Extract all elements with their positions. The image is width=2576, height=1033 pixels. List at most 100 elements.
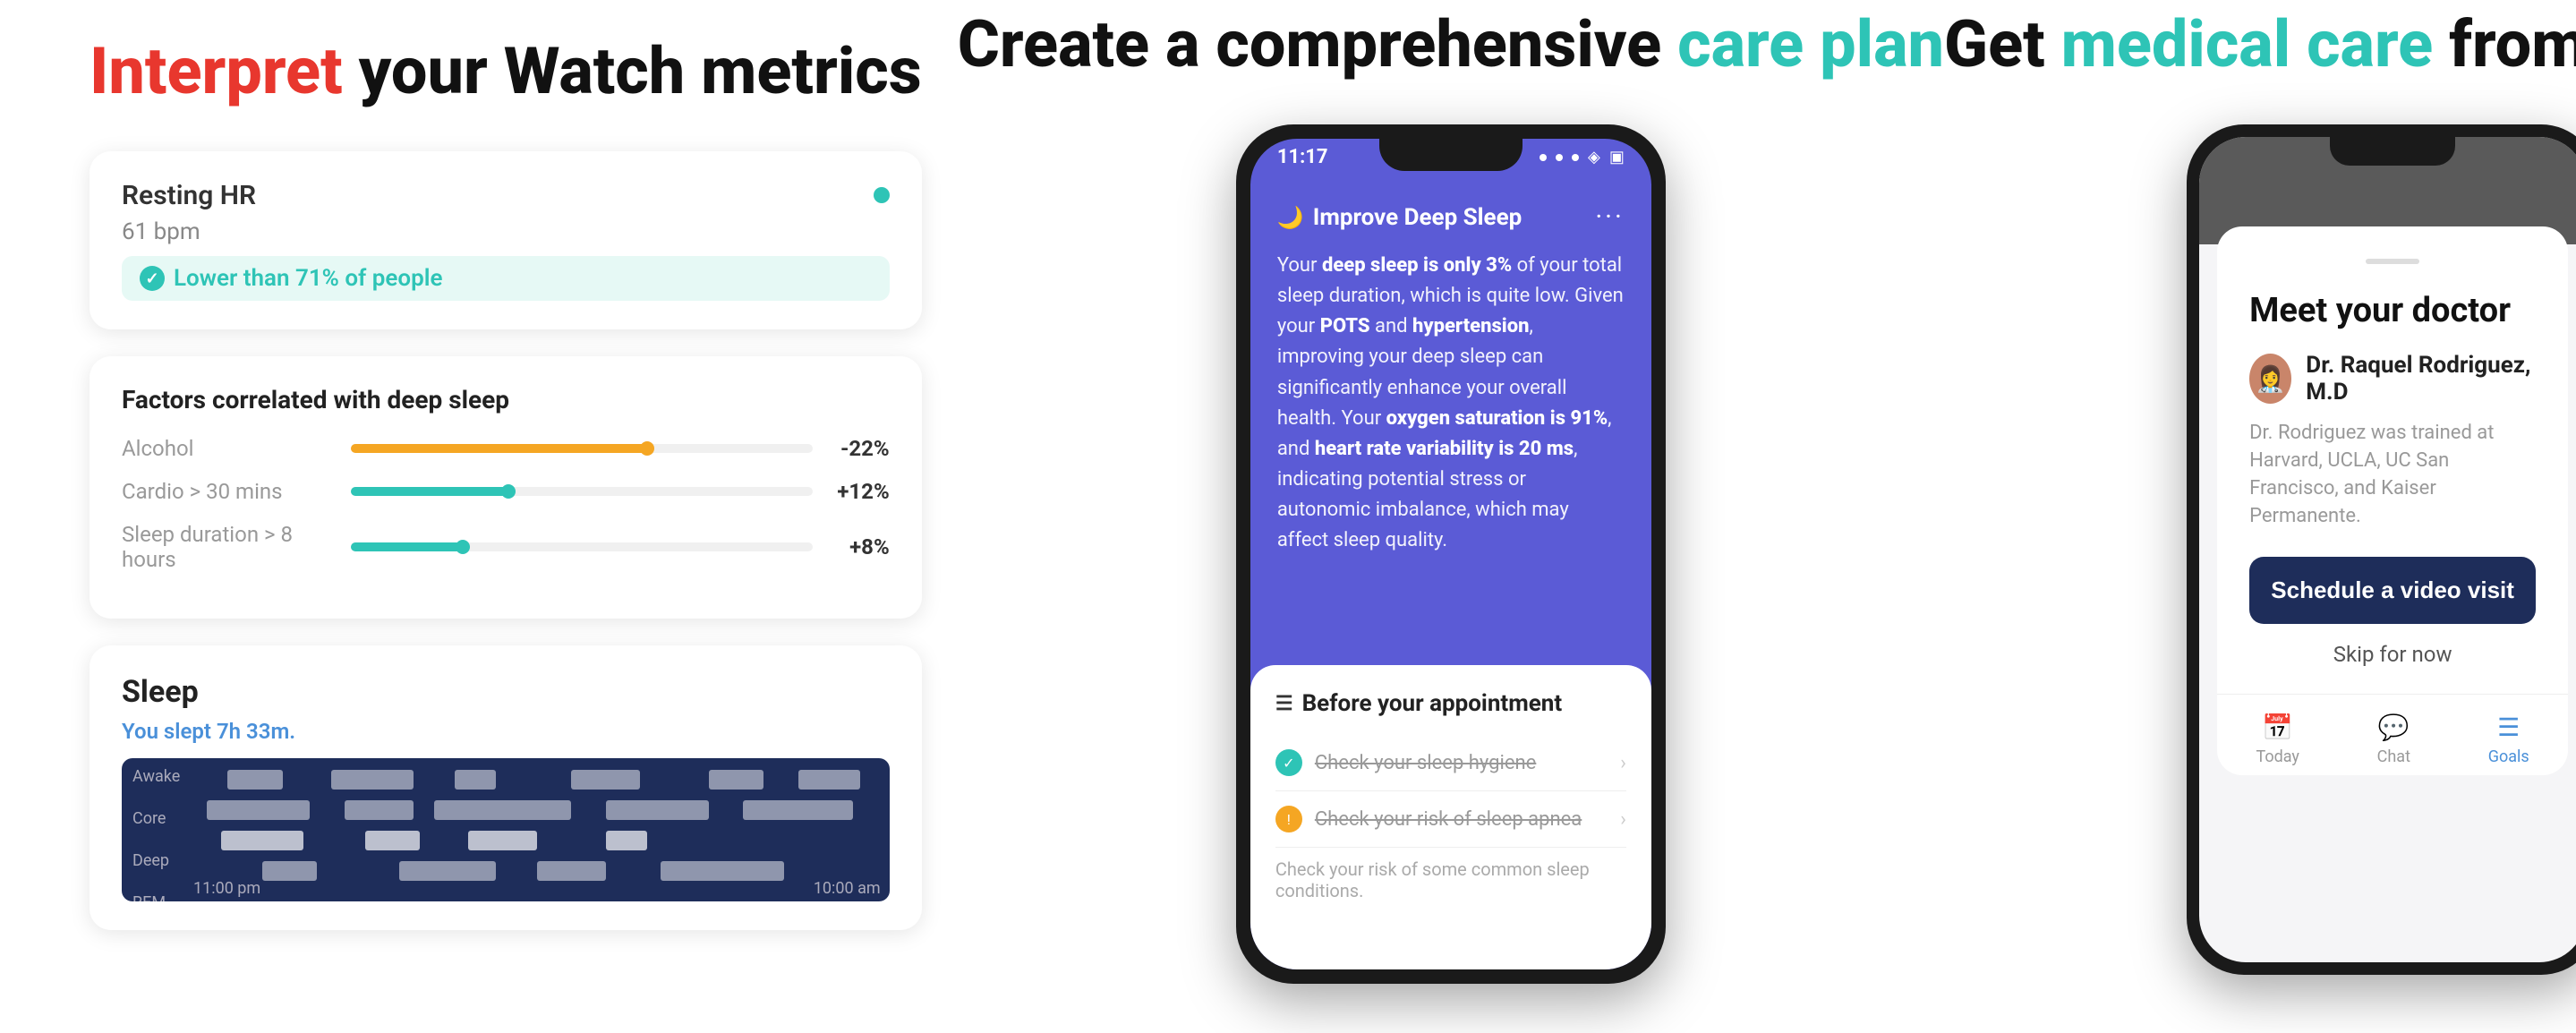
factor-cardio-dot — [501, 484, 516, 499]
col1-title-highlight: Interpret — [90, 33, 343, 109]
factor-alcohol-pct: -22% — [827, 436, 890, 461]
sleep-block-deep — [468, 831, 537, 850]
col2: Create a comprehensive care plan 11:17 ◈… — [958, 0, 1944, 1033]
phone3-content-card: Meet your doctor 👩‍⚕️ Dr. Raquel Rodrigu… — [2217, 226, 2568, 775]
nav-item-goals[interactable]: ☰ Goals — [2488, 713, 2529, 766]
col2-title: Create a comprehensive care plan — [958, 9, 1944, 80]
phone2-menu-dots[interactable]: ··· — [1595, 201, 1625, 233]
checklist-text-2: Check your risk of sleep apnea — [1315, 808, 1582, 831]
resting-hr-badge: ✓ Lower than 71% of people — [122, 256, 890, 301]
resting-hr-label: Resting HR — [122, 180, 256, 211]
check-icon: ✓ — [140, 266, 165, 291]
moon-icon: 🌙 — [1277, 205, 1304, 230]
sleep-block — [798, 770, 860, 790]
nav-label-goals: Goals — [2488, 747, 2529, 766]
col1-title-rest: your Watch metrics — [343, 33, 922, 109]
phone2-signal-dot3 — [1572, 154, 1579, 161]
sleep-block — [262, 861, 317, 881]
resting-hr-badge-text: Lower than 71% of people — [174, 265, 442, 292]
sleep-block — [207, 800, 310, 820]
checklist-text-1: Check your sleep hygiene — [1315, 752, 1536, 774]
sleep-block — [743, 800, 853, 820]
factor-row-cardio: Cardio > 30 mins +12% — [122, 479, 890, 504]
sleep-block — [331, 770, 414, 790]
phone2-content: 🌙 Improve Deep Sleep ··· Your deep sleep… — [1250, 184, 1651, 969]
factor-cardio-pct: +12% — [827, 479, 890, 504]
today-icon: 📅 — [2262, 713, 2293, 742]
sleep-card: Sleep You slept 7h 33m. Awake Core Deep … — [90, 645, 922, 930]
factor-sleep-dot — [456, 540, 470, 554]
factor-alcohol-bar — [351, 444, 651, 453]
main-container: Interpret your Watch metrics Resting HR … — [0, 0, 2576, 1033]
col3: Get medical care from a doctor Meet your… — [1944, 0, 2576, 1033]
checklist-left-2: ! Check your risk of sleep apnea — [1275, 806, 1582, 832]
sleep-block — [455, 770, 496, 790]
sleep-time-start: 11:00 pm — [193, 879, 260, 898]
phone2-body: Your deep sleep is only 3% of your total… — [1277, 251, 1625, 556]
sleep-block — [606, 800, 709, 820]
schedule-btn[interactable]: Schedule a video visit — [2249, 557, 2536, 624]
sleep-block — [571, 770, 640, 790]
check-circle-orange-2: ! — [1275, 806, 1302, 832]
doctor-bio: Dr. Rodriguez was trained at Harvard, UC… — [2249, 420, 2536, 530]
list-icon: ☰ — [1275, 693, 1293, 715]
factor-row-alcohol: Alcohol -22% — [122, 436, 890, 461]
phone2-icons: ◈ ▣ — [1540, 148, 1625, 166]
sleep-block — [661, 861, 784, 881]
phone2-wrap: 11:17 ◈ ▣ 🌙 Improve Deep Sleep — [1236, 124, 1666, 984]
col3-title: Get medical care from a doctor — [1944, 9, 2576, 80]
sleep-time-end: 10:00 am — [814, 879, 881, 898]
phone2-header-left: 🌙 Improve Deep Sleep — [1277, 204, 1522, 231]
sleep-block-deep — [606, 831, 647, 850]
sleep-row-deep — [193, 828, 881, 853]
sleep-row-awake — [193, 767, 881, 792]
doctor-avatar: 👩‍⚕️ — [2249, 354, 2291, 404]
phone2-screen-title: Improve Deep Sleep — [1313, 204, 1523, 231]
sleep-label-rem: REM — [132, 893, 180, 901]
checklist-left-1: ✓ Check your sleep hygiene — [1275, 749, 1536, 776]
factor-alcohol-bar-container — [351, 444, 813, 453]
col1-title: Interpret your Watch metrics — [90, 36, 922, 107]
sleep-labels: Awake Core Deep REM — [132, 767, 180, 901]
phone2-signal-dot1 — [1540, 154, 1547, 161]
sleep-time-labels: 11:00 pm 10:00 am — [193, 879, 881, 898]
phone2-screen: 11:17 ◈ ▣ 🌙 Improve Deep Sleep — [1250, 139, 1651, 969]
sleep-card-title: Sleep — [122, 674, 890, 710]
factor-cardio-bar — [351, 487, 512, 496]
checklist-item-2[interactable]: ! Check your risk of sleep apnea › — [1275, 791, 1626, 848]
factor-cardio-label: Cardio > 30 mins — [122, 479, 337, 504]
resting-hr-value: 61 bpm — [122, 218, 890, 245]
sleep-label-deep: Deep — [132, 851, 180, 870]
phone2-bottom-title: ☰ Before your appointment — [1275, 690, 1626, 717]
sleep-time: 7h 33m. — [217, 719, 295, 744]
factor-alcohol-dot — [640, 441, 654, 456]
phone2-battery: ▣ — [1609, 148, 1625, 166]
teal-dot — [874, 187, 890, 203]
factor-sleep-bar-container — [351, 542, 813, 551]
factors-title: Factors correlated with deep sleep — [122, 385, 890, 414]
skip-link[interactable]: Skip for now — [2249, 642, 2536, 667]
phone2-content-header: 🌙 Improve Deep Sleep ··· — [1277, 201, 1625, 233]
sleep-bars-area — [193, 767, 881, 884]
sleep-subtitle-pre: You slept — [122, 719, 217, 744]
nav-item-today[interactable]: 📅 Today — [2256, 713, 2299, 766]
doctor-name: Dr. Raquel Rodriguez, M.D — [2306, 352, 2536, 406]
nav-item-chat[interactable]: 💬 Chat — [2377, 713, 2410, 766]
col3-title-teal: medical care — [2061, 6, 2434, 82]
factor-row-sleep-dur: Sleep duration > 8 hours +8% — [122, 522, 890, 572]
phone2-status: 11:17 ◈ ▣ — [1250, 146, 1651, 168]
sleep-block-deep — [365, 831, 420, 850]
col1: Interpret your Watch metrics Resting HR … — [54, 0, 958, 1033]
phone2-bottom-card: ☰ Before your appointment ✓ Check your s… — [1250, 665, 1651, 969]
sleep-label-core: Core — [132, 809, 180, 828]
col2-title-teal: care plan — [1677, 6, 1944, 82]
nav-label-today: Today — [2256, 747, 2299, 766]
sleep-chart: Awake Core Deep REM — [122, 758, 890, 901]
sleep-block-deep — [221, 831, 303, 850]
col3-title-part3: from a — [2433, 6, 2576, 82]
factor-alcohol-label: Alcohol — [122, 436, 337, 461]
checklist-item-1[interactable]: ✓ Check your sleep hygiene › — [1275, 735, 1626, 791]
phone2-bottom-title-text: Before your appointment — [1302, 690, 1563, 717]
meet-title: Meet your doctor — [2249, 291, 2536, 330]
factors-card: Factors correlated with deep sleep Alcoh… — [90, 356, 922, 619]
